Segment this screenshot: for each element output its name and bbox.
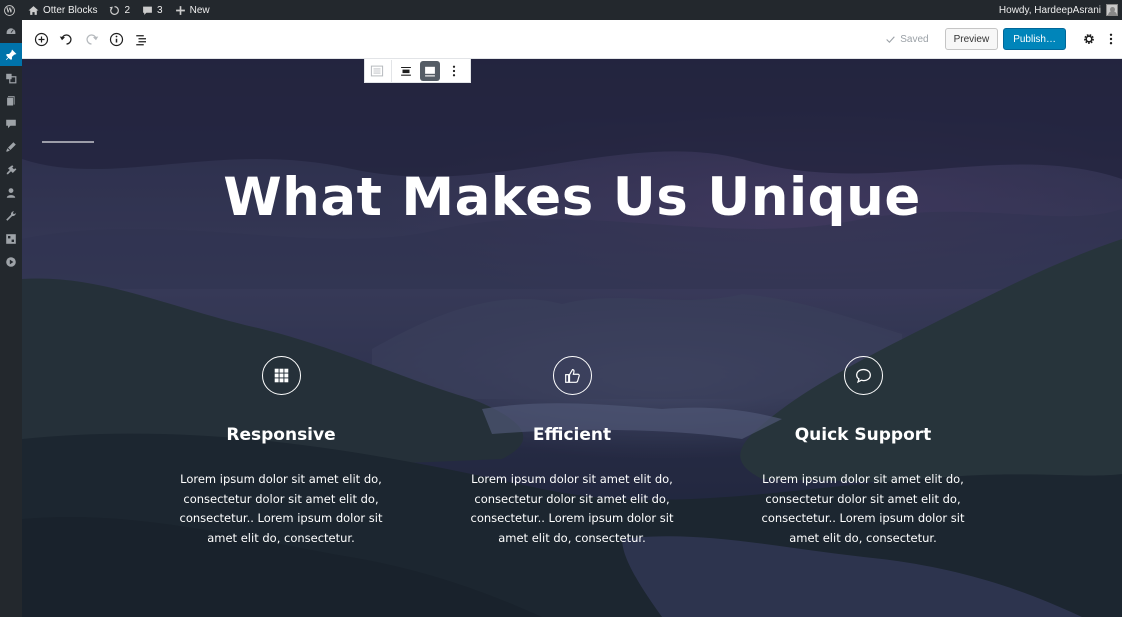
feature-column-responsive[interactable]: Responsive Lorem ipsum dolor sit amet el…: [151, 356, 411, 549]
feature-title: Efficient: [532, 425, 612, 445]
saved-label: Saved: [900, 33, 929, 45]
comment-icon: [843, 356, 883, 395]
comments-count: 3: [157, 4, 163, 16]
section-block[interactable]: What Makes Us Unique Responsive Lorem ip…: [22, 59, 1122, 617]
users-icon[interactable]: [0, 181, 22, 204]
feature-title: Responsive: [226, 425, 336, 445]
feature-title: Quick Support: [794, 425, 932, 445]
settings-icon[interactable]: [0, 227, 22, 250]
editor-header: Saved Preview Publish…: [22, 20, 1122, 59]
comments-icon: [143, 6, 152, 15]
block-toolbar: [364, 59, 471, 83]
plus-icon: [175, 5, 185, 15]
site-name: Otter Blocks: [43, 4, 98, 16]
avatar: [1106, 4, 1118, 16]
info-icon[interactable]: [104, 27, 128, 51]
feature-text: Lorem ipsum dolor sit amet elit do, cons…: [179, 472, 383, 546]
saved-indicator: Saved: [885, 33, 929, 45]
updates-icon: [110, 5, 120, 15]
dashboard-icon[interactable]: [0, 20, 22, 43]
plugins-icon[interactable]: [0, 158, 22, 181]
add-block-icon[interactable]: [29, 27, 53, 51]
full-width-icon[interactable]: [420, 60, 440, 81]
preview-button[interactable]: Preview: [944, 28, 999, 50]
svg-text:W: W: [5, 7, 13, 14]
updates-count: 2: [124, 4, 131, 16]
media-icon[interactable]: [0, 66, 22, 89]
appearance-icon[interactable]: [0, 135, 22, 158]
new-content-link[interactable]: New: [169, 0, 216, 20]
new-label: New: [189, 4, 210, 16]
feature-text: Lorem ipsum dolor sit amet elit do, cons…: [470, 472, 674, 546]
thumbs-up-icon: [552, 356, 592, 395]
block-type-icon[interactable]: [365, 60, 389, 82]
site-name-link[interactable]: Otter Blocks: [22, 0, 103, 20]
updates-link[interactable]: 2: [103, 0, 136, 20]
account-menu[interactable]: Howdy, HardeepAsrani: [993, 0, 1122, 20]
check-icon: [886, 35, 896, 43]
feature-text: Lorem ipsum dolor sit amet elit do, cons…: [761, 472, 965, 546]
comments-link[interactable]: 3: [136, 0, 169, 20]
publish-button[interactable]: Publish…: [1003, 28, 1066, 50]
play-icon[interactable]: [0, 250, 22, 273]
grid-icon: [261, 356, 301, 395]
more-options-icon[interactable]: [1100, 28, 1122, 50]
block-navigation-icon[interactable]: [129, 27, 153, 51]
undo-icon[interactable]: [54, 27, 78, 51]
settings-gear-icon[interactable]: [1078, 28, 1100, 50]
pin-icon[interactable]: [0, 43, 22, 66]
feature-column-efficient[interactable]: Efficient Lorem ipsum dolor sit amet eli…: [442, 356, 702, 549]
pages-icon[interactable]: [0, 89, 22, 112]
feature-column-quick-support[interactable]: Quick Support Lorem ipsum dolor sit amet…: [733, 356, 993, 549]
wordpress-logo-icon[interactable]: W: [0, 0, 22, 20]
section-heading[interactable]: What Makes Us Unique: [22, 167, 1122, 228]
greeting: Howdy, HardeepAsrani: [998, 4, 1101, 16]
home-icon: [28, 5, 39, 15]
admin-bar: W Otter Blocks 2 3 New Howdy, HardeepAsr…: [0, 0, 1122, 20]
separator-line: [42, 141, 94, 143]
block-more-options-icon[interactable]: [442, 60, 466, 82]
admin-menu: [0, 20, 22, 617]
tools-icon[interactable]: [0, 204, 22, 227]
wide-width-icon[interactable]: [394, 60, 418, 82]
redo-icon[interactable]: [79, 27, 103, 51]
comments-menu-icon[interactable]: [0, 112, 22, 135]
